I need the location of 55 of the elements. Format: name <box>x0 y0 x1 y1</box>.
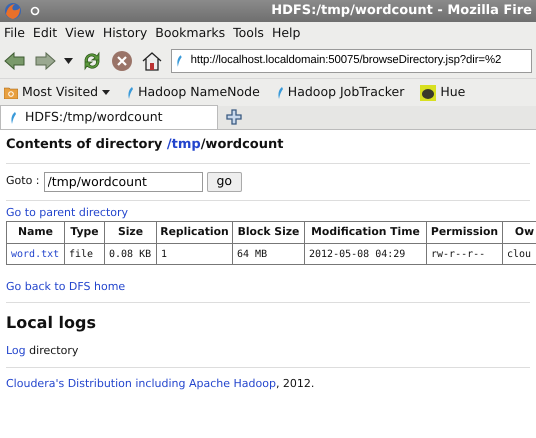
go-button[interactable]: go <box>206 172 242 192</box>
feather-icon <box>9 110 17 124</box>
goto-field[interactable]: /tmp/wordcount <box>44 172 202 192</box>
new-tab-plus-icon[interactable] <box>226 109 242 125</box>
column-header: Size <box>104 222 156 244</box>
cloudera-link[interactable]: Cloudera's Distribution including Apache Hadoop <box>6 377 276 390</box>
bookmark-link[interactable]: Hue <box>440 83 466 102</box>
caret-icon <box>102 90 110 95</box>
address-field[interactable]: http://localhost.localdomain:50075/browseDirectory.jsp?dir=%2 <box>171 49 532 73</box>
home-icon[interactable] <box>141 50 163 72</box>
feather-icon <box>276 86 284 100</box>
menu-item[interactable]: History <box>98 24 152 42</box>
menu-item[interactable]: Bookmarks <box>151 24 230 42</box>
log-link[interactable]: Log <box>6 344 26 356</box>
column-header: Replication <box>156 222 232 244</box>
directory-heading: Contents of directory /tmp/wordcount <box>6 136 284 154</box>
menu-item[interactable]: Help <box>268 24 304 42</box>
column-header: Type <box>64 222 104 244</box>
section-heading: Local logs <box>6 312 97 334</box>
dropdown-caret-icon[interactable] <box>64 58 73 64</box>
column-header: Name <box>6 222 64 244</box>
window-menu-icon[interactable] <box>30 6 40 16</box>
menu-item[interactable]: Edit <box>28 24 62 42</box>
dfs-home-link[interactable]: Go back to DFS home <box>6 279 126 296</box>
parent-directory-link[interactable]: Go to parent directory <box>6 204 128 221</box>
menu-item[interactable]: Tools <box>229 24 268 42</box>
table-cell: 2012-05-08 04:29 <box>304 244 426 264</box>
menu-item[interactable]: File <box>0 24 29 42</box>
table-cell: 0.08 KB <box>104 244 156 264</box>
browser-logo-icon <box>4 2 22 20</box>
table-cell: 64 MB <box>232 244 304 264</box>
hue-logo-icon <box>420 84 436 100</box>
site-favicon-icon <box>175 54 183 68</box>
directory-link[interactable]: /tmp <box>166 137 201 152</box>
feather-icon <box>126 86 134 100</box>
window-title: HDFS:/tmp/wordcount - Mozilla Fire <box>271 2 532 20</box>
stop-icon[interactable] <box>111 50 133 72</box>
bookmark-link[interactable]: Hadoop NameNode <box>138 83 260 102</box>
log-line: Log directory <box>6 342 80 358</box>
bookmark-link[interactable]: Most Visited <box>22 83 98 102</box>
footer-text: Cloudera's Distribution including Apache Hadoop, 2012. <box>6 376 316 392</box>
goto-label: Goto : <box>6 173 40 190</box>
column-header: Ow <box>502 222 536 244</box>
column-header: Modification Time <box>304 222 426 244</box>
menu-item[interactable]: View <box>61 24 99 42</box>
table-cell: 1 <box>156 244 232 264</box>
table-cell: rw-r--r-- <box>426 244 502 264</box>
bookmark-link[interactable]: Hadoop JobTracker <box>288 83 404 102</box>
column-header: Permission <box>426 222 502 244</box>
folder-icon <box>4 86 18 99</box>
table-cell: file <box>64 244 104 264</box>
browser-tab[interactable]: HDFS:/tmp/wordcount <box>0 105 218 129</box>
back-arrow-icon[interactable] <box>4 52 26 70</box>
forward-arrow-icon[interactable] <box>34 52 56 70</box>
column-header: Block Size <box>232 222 304 244</box>
